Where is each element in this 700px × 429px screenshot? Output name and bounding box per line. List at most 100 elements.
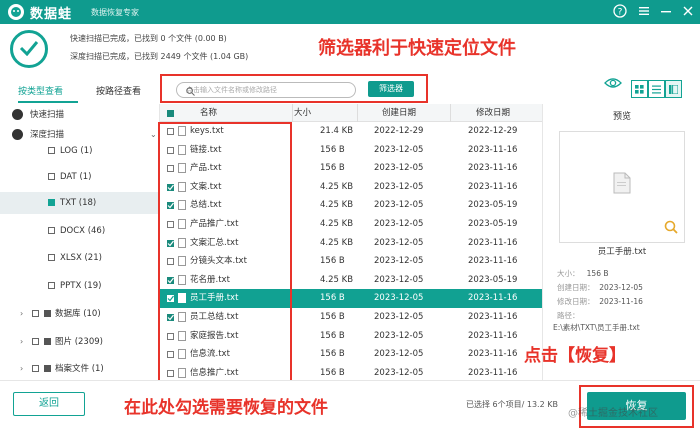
watermark: @稀土掘金技术社区 [568,408,658,419]
file-created: 2023-12-05 [374,256,424,267]
detail-view-icon[interactable] [665,80,682,98]
column-divider [450,104,451,122]
archive-icon [44,365,51,372]
scan-status-panel: 快速扫描已完成，已找到 0 个文件 (0.00 B) 深度扫描已完成，已找到 2… [0,24,700,74]
category-checkbox[interactable] [48,199,55,206]
close-icon[interactable] [680,4,696,20]
category-checkbox[interactable] [48,254,55,261]
category-checkbox[interactable] [48,282,55,289]
column-created[interactable]: 创建日期 [382,104,416,122]
back-button[interactable]: 返回 [13,392,85,416]
sidebar-item-label: LOG (1) [60,146,93,156]
file-modified: 2023-11-16 [468,256,518,267]
annotation-recover: 点击【恢复】 [524,346,626,366]
preview-path-text: E:\素材\TXT\员工手册.txt [553,323,640,332]
file-created: 2023-12-05 [374,237,424,248]
category-checkbox[interactable] [48,147,55,154]
sidebar-item-label: 快速扫描 [30,110,65,120]
sidebar-item-label: TXT (18) [60,198,97,208]
sidebar-item-pptx[interactable]: PPTX (19) [0,277,160,295]
file-modified: 2023-11-16 [468,349,518,360]
file-size: 4.25 KB [320,274,354,285]
preview-created: 创建日期： 2023-12-05 [557,282,643,293]
sidebar-item-label: DAT (1) [60,172,92,182]
preview-created-label: 创建日期： [557,283,595,292]
category-checkbox[interactable] [32,310,39,317]
category-checkbox[interactable] [48,227,55,234]
document-icon [613,172,631,194]
file-created: 2023-12-05 [374,274,424,285]
selected-count: 已选择 6个项目/ 13.2 KB [466,400,558,409]
chevron-right-icon[interactable]: › [20,333,23,351]
file-created: 2023-12-05 [374,163,424,174]
chevron-right-icon[interactable]: › [20,305,23,323]
sidebar-item-archive[interactable]: › 档案文件 (1) [0,360,160,378]
deep-scan-status: 深度扫描已完成，已找到 2449 个文件 (1.04 GB) [70,52,249,61]
file-list-header: 名称 大小 创建日期 修改日期 [160,104,542,122]
category-checkbox[interactable] [32,365,39,372]
scan-complete-icon [10,30,48,68]
chevron-right-icon[interactable]: › [20,360,23,378]
preview-path-value: E:\素材\TXT\员工手册.txt [553,322,640,333]
eye-icon[interactable] [604,74,622,92]
file-size: 4.25 KB [320,237,354,248]
file-modified: 2023-11-16 [468,330,518,341]
sidebar-item-label: PPTX (19) [60,281,102,291]
preview-size-value: 156 B [586,269,609,278]
sidebar-item-dat[interactable]: DAT (1) [0,168,160,186]
preview-path-label: 路径： [557,311,580,320]
minimize-icon[interactable] [658,4,674,20]
column-name[interactable]: 名称 [200,104,217,122]
check-circle-icon [12,109,23,120]
file-list: 名称 大小 创建日期 修改日期 keys.txt 21.4 KB 2022-12-2… [158,104,542,384]
file-modified: 2023-11-16 [468,312,518,322]
sidebar-item-database[interactable]: › 数据库 (10) [0,305,160,323]
category-checkbox[interactable] [32,338,39,345]
file-modified: 2023-11-16 [468,181,518,192]
column-size[interactable]: 大小 [294,104,311,122]
grid-view-icon[interactable] [631,80,648,98]
column-divider [357,104,358,122]
column-modified[interactable]: 修改日期 [476,104,510,122]
file-size: 156 B [320,330,345,341]
file-size: 156 B [320,256,345,267]
sidebar-item-log[interactable]: LOG (1) [0,142,160,160]
sidebar-item-label: 数据库 (10) [55,309,101,319]
select-all-checkbox[interactable] [167,110,174,117]
sidebar-item-docx[interactable]: DOCX (46) [0,222,160,240]
preview-modified-value: 2023-11-16 [599,297,643,306]
database-icon [44,310,51,317]
tab-by-path[interactable]: 按路径查看 [96,83,152,103]
file-modified: 2023-05-19 [468,274,518,285]
preview-thumbnail [559,131,685,243]
preview-modified: 修改日期： 2023-11-16 [557,296,643,307]
file-size: 4.25 KB [320,200,354,211]
app-subtitle: 数据恢复专家 [91,8,139,17]
file-modified: 2023-05-19 [468,200,518,211]
sidebar-item-label: 图片 (2309) [55,337,103,347]
help-icon[interactable]: ? [612,4,628,20]
file-size: 156 B [320,144,345,155]
file-modified: 2023-11-16 [468,293,518,304]
sidebar-item-images[interactable]: › 图片 (2309) [0,333,160,351]
sidebar-item-label: DOCX (46) [60,226,106,236]
sidebar-item-quick-scan[interactable]: 快速扫描 [0,106,160,124]
annotation-filter: 筛选器利于快速定位文件 [318,38,516,59]
zoom-icon[interactable] [664,220,678,234]
sidebar-item-txt[interactable]: TXT (18) [0,192,160,214]
file-modified: 2022-12-29 [468,126,518,136]
tab-by-type[interactable]: 按类型查看 [18,83,78,103]
app-window: 数据蛙 数据恢复专家 ? 快速扫描已完成，已找到 0 个文件 (0.00 B) … [0,0,700,429]
file-created: 2023-12-05 [374,293,424,304]
check-circle-icon [12,129,23,140]
annotation-box-checklist [158,122,292,384]
app-logo-icon [8,4,24,20]
svg-text:?: ? [618,8,623,18]
menu-icon[interactable] [636,4,652,20]
list-view-icon[interactable] [648,80,665,98]
file-size: 156 B [320,293,345,304]
preview-size: 大小： 156 B [557,268,609,279]
category-checkbox[interactable] [48,173,55,180]
sidebar-item-xlsx[interactable]: XLSX (21) [0,249,160,267]
sidebar-item-label: XLSX (21) [60,253,102,263]
